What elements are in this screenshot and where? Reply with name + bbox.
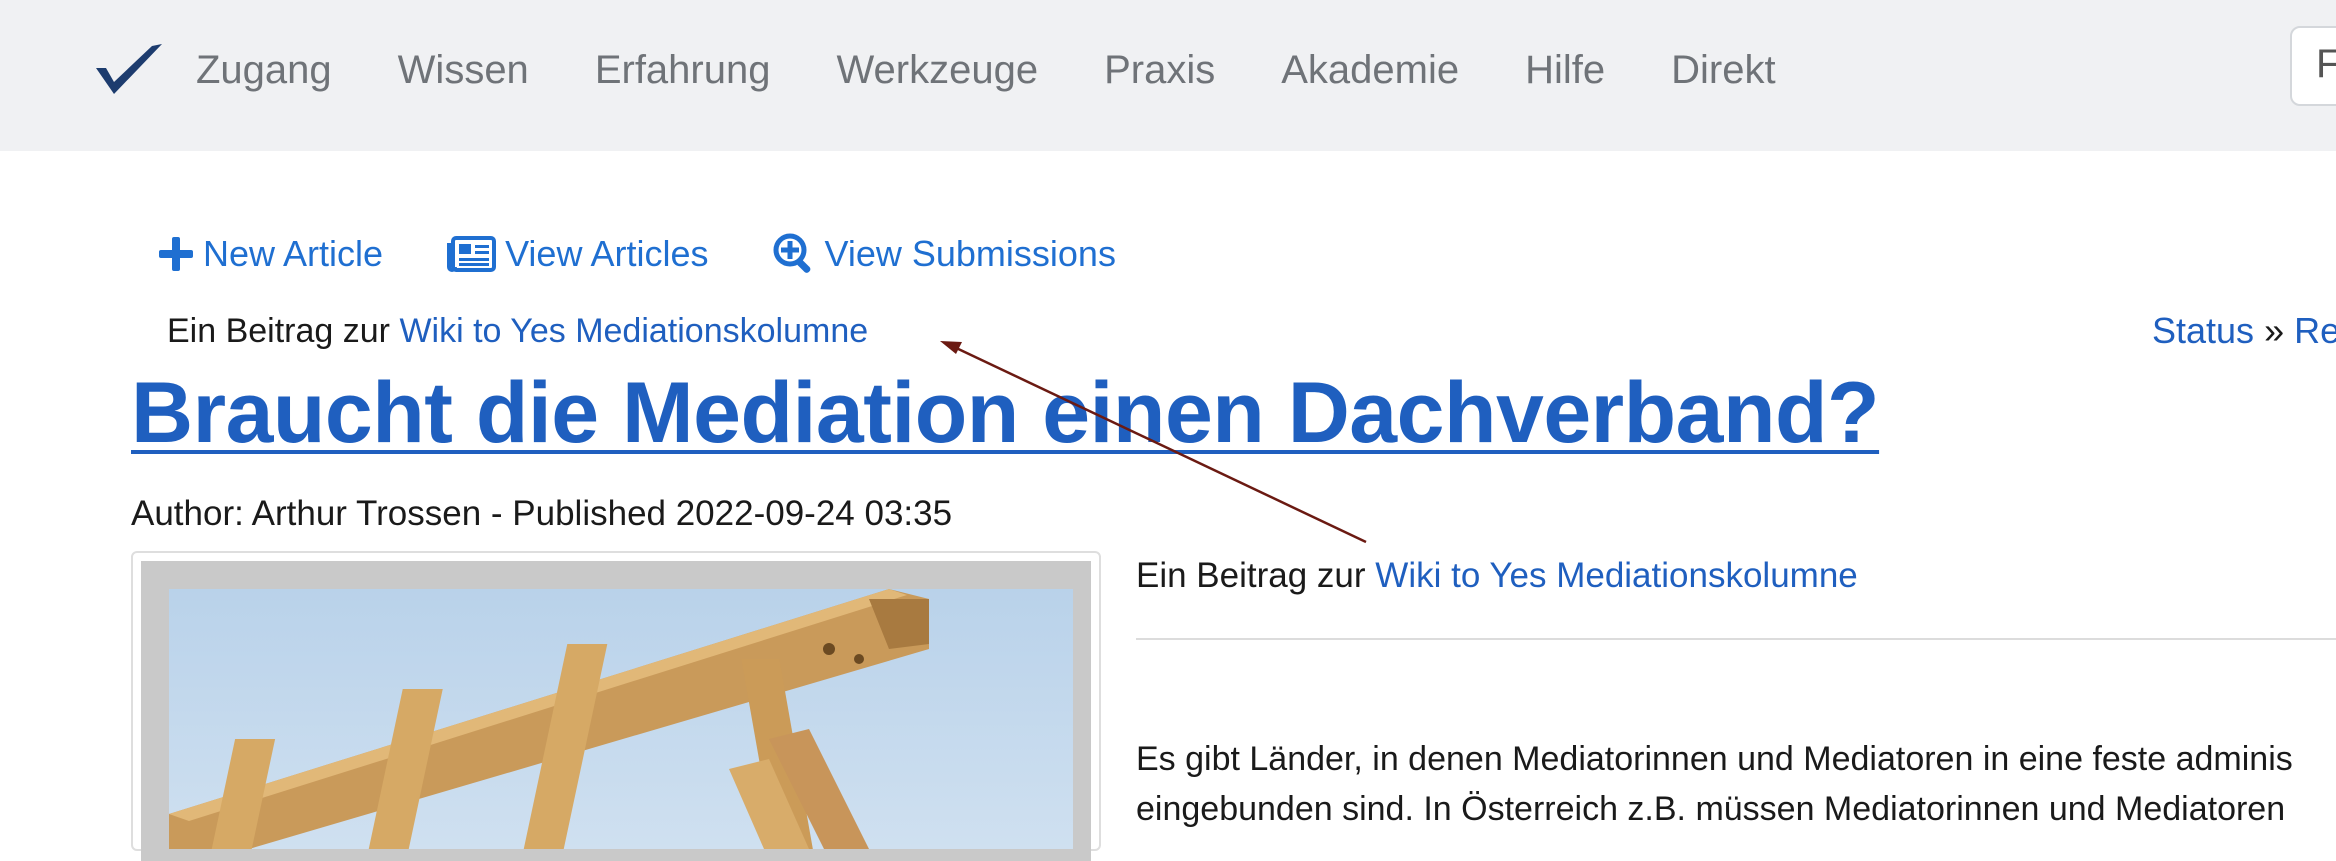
top-navigation-bar: Zugang Wissen Erfahrung Werkzeuge Praxis… — [0, 0, 2336, 151]
nav-item-akademie[interactable]: Akademie — [1281, 42, 1459, 98]
article-body-line: eingebunden sind. In Österreich z.B. müs… — [1136, 790, 2286, 828]
article-title[interactable]: Braucht die Mediation einen Dachverband? — [131, 364, 1880, 463]
breadcrumb: Status» Re — [2152, 310, 2336, 352]
contribution-link[interactable]: Wiki to Yes Mediationskolumne — [399, 312, 868, 350]
view-submissions-link[interactable]: View Submissions — [772, 232, 1116, 276]
content-divider — [1136, 638, 2336, 640]
breadcrumb-separator: » — [2264, 310, 2285, 351]
breadcrumb-status-link[interactable]: Status — [2152, 310, 2254, 351]
contribution-link-main[interactable]: Wiki to Yes Mediationskolumne — [1375, 556, 1857, 595]
article-body-line: Es gibt Länder, in denen Mediatorinnen u… — [1136, 740, 2293, 778]
main-nav: Zugang Wissen Erfahrung Werkzeuge Praxis… — [196, 42, 1842, 98]
view-articles-label: View Articles — [505, 233, 709, 274]
newspaper-icon — [447, 236, 497, 272]
roof-truss-illustration — [169, 589, 929, 849]
new-article-link[interactable]: New Article — [157, 233, 383, 275]
article-byline: Author: Arthur Trossen - Published 2022-… — [131, 494, 953, 533]
contribution-prefix: Ein Beitrag zur — [167, 312, 400, 350]
plus-icon — [159, 237, 193, 271]
search-input[interactable]: F — [2290, 26, 2336, 106]
nav-item-zugang[interactable]: Zugang — [196, 42, 332, 98]
article-image — [169, 589, 1073, 849]
article-image-border — [141, 561, 1091, 861]
nav-item-werkzeuge[interactable]: Werkzeuge — [836, 42, 1038, 98]
contribution-line-top: Ein Beitrag zur Wiki to Yes Mediationsko… — [167, 312, 868, 351]
checkmark-logo-icon[interactable] — [92, 38, 164, 100]
article-image-frame — [131, 551, 1101, 861]
magnify-plus-icon — [773, 233, 811, 273]
nav-item-praxis[interactable]: Praxis — [1104, 42, 1215, 98]
view-articles-link[interactable]: View Articles — [447, 233, 708, 275]
new-article-label: New Article — [203, 233, 384, 274]
nav-item-erfahrung[interactable]: Erfahrung — [595, 42, 771, 98]
contribution-prefix-main: Ein Beitrag zur — [1136, 556, 1376, 595]
nav-item-direkt[interactable]: Direkt — [1671, 42, 1775, 98]
view-submissions-label: View Submissions — [824, 233, 1116, 274]
breadcrumb-next-link[interactable]: Re — [2294, 310, 2336, 351]
contribution-line-main: Ein Beitrag zur Wiki to Yes Mediationsko… — [1136, 556, 1858, 596]
nav-item-wissen[interactable]: Wissen — [398, 42, 529, 98]
article-actions: New Article View Articles View Submissio… — [157, 232, 1180, 276]
nav-item-hilfe[interactable]: Hilfe — [1525, 42, 1605, 98]
article-body: Es gibt Länder, in denen Mediatorinnen u… — [1136, 734, 2293, 834]
search-input-text: F — [2316, 42, 2336, 86]
